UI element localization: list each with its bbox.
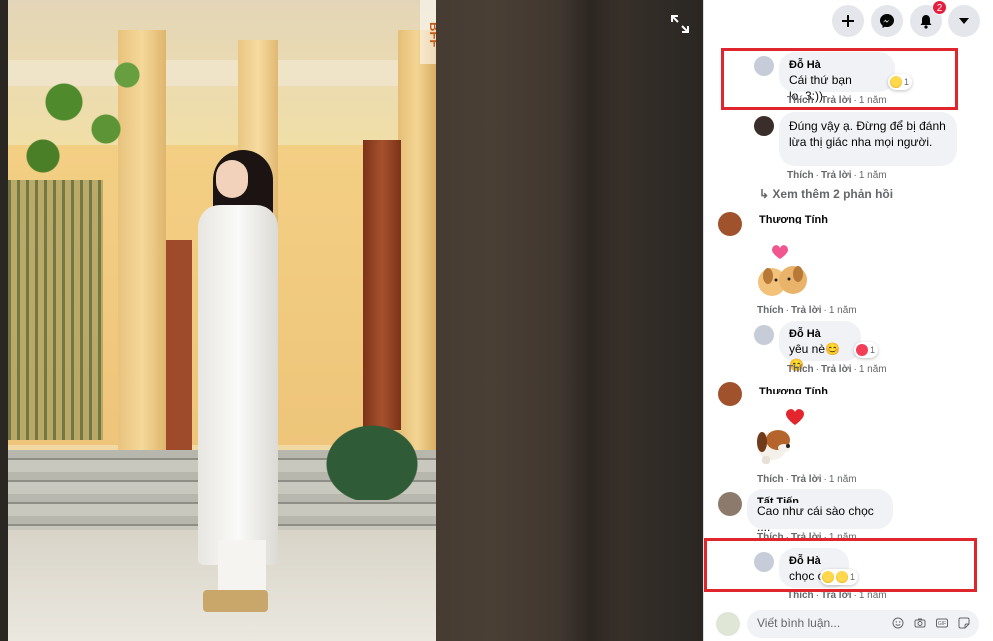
comment-author[interactable]: Tất Tiến — [757, 495, 883, 503]
comment-author[interactable]: Đỗ Hà — [789, 554, 839, 568]
sad-emoji-icon — [836, 571, 848, 583]
love-emoji-icon — [856, 344, 868, 356]
comment-actions: Thích · Trả lời · 1 năm — [787, 364, 887, 375]
comment-bubble: Tất Tiến Cao như cái sào chọc .... — [747, 489, 893, 534]
avatar[interactable] — [716, 612, 740, 636]
reply-link[interactable]: Trả lời — [821, 590, 851, 601]
reply-link[interactable]: Trả lời — [791, 532, 821, 543]
plus-icon — [842, 15, 854, 27]
comment-time[interactable]: 1 năm — [829, 532, 857, 543]
photo-person-dress — [198, 205, 278, 565]
avatar[interactable] — [754, 56, 774, 76]
comment-time[interactable]: 1 năm — [859, 170, 887, 181]
dog-heart-sticker — [748, 408, 810, 470]
svg-text:GIF: GIF — [938, 621, 946, 627]
photo-bush — [308, 410, 436, 500]
reaction-count: 1 — [850, 572, 856, 582]
like-link[interactable]: Thích — [787, 95, 814, 106]
avatar[interactable] — [718, 212, 742, 236]
bell-icon — [920, 14, 932, 29]
notifications-button[interactable]: 2 — [910, 0, 947, 37]
view-more-replies[interactable]: ↳ Xem thêm 2 phản hồi — [759, 187, 893, 201]
emoji-icon[interactable] — [892, 617, 904, 629]
comment-actions: Thích · Trả lời · 1 năm — [787, 170, 887, 181]
reply-link[interactable]: Trả lời — [791, 474, 821, 485]
comment-bubble: Đỗ Hà Cái thứ bạn lo..3:)) — [779, 52, 895, 103]
reply-link[interactable]: Trả lời — [791, 305, 821, 316]
photo[interactable]: BFF — [8, 0, 436, 641]
comment-bubble: Đúng vậy ạ. Đừng để bị đánh lừa thị giác… — [779, 112, 957, 166]
watermark-logo: BFF — [420, 0, 436, 64]
reply-link[interactable]: Trả lời — [821, 170, 851, 181]
comment-time[interactable]: 1 năm — [859, 364, 887, 375]
haha-emoji-icon — [822, 571, 834, 583]
photo-pillar — [398, 30, 436, 450]
gif-icon[interactable]: GIF — [936, 617, 948, 629]
comment-author[interactable]: Thương Tính — [759, 214, 828, 224]
photo-person-face — [216, 160, 248, 198]
like-link[interactable]: Thích — [787, 590, 814, 601]
reply-arrow-icon: ↳ — [759, 187, 773, 201]
comment-actions: Thích · Trả lời · 1 năm — [787, 95, 887, 106]
photo-viewer: BFF — [0, 0, 703, 641]
photo-door — [363, 140, 401, 430]
watermark-text: BFF — [427, 22, 436, 48]
reply-link[interactable]: Trả lời — [821, 364, 851, 375]
reply-link[interactable]: Trả lời — [821, 95, 851, 106]
photo-door — [166, 240, 192, 450]
comment-input-placeholder: Viết bình luận... — [757, 616, 841, 630]
comments-sidebar: 2 Đỗ Hà Cái thứ bạn lo..3:)) 1 Thích · Trả… — [703, 0, 993, 641]
account-menu-button[interactable] — [948, 5, 980, 37]
caret-down-icon — [959, 18, 969, 24]
haha-emoji-icon — [890, 76, 902, 88]
expand-icon[interactable] — [668, 12, 692, 36]
avatar[interactable] — [754, 325, 774, 345]
photo-gate — [8, 180, 103, 440]
comment-text: chọc c — [789, 569, 824, 583]
camera-icon[interactable] — [914, 617, 926, 629]
avatar[interactable] — [718, 492, 742, 516]
comment-actions: Thích · Trả lời · 1 năm — [757, 474, 857, 485]
like-link[interactable]: Thích — [757, 305, 784, 316]
comment-time[interactable]: 1 năm — [859, 590, 887, 601]
like-link[interactable]: Thích — [757, 474, 784, 485]
view-more-replies-label: Xem thêm 2 phản hồi — [772, 187, 894, 201]
photo-tree — [8, 30, 148, 210]
comment-actions: Thích · Trả lời · 1 năm — [757, 305, 857, 316]
comment-text: Cao như cái sào chọc .... — [757, 504, 874, 534]
reaction-summary[interactable]: 1 — [888, 74, 913, 90]
reaction-summary[interactable]: 1 — [820, 569, 859, 585]
create-button[interactable] — [832, 5, 864, 37]
comment-bubble: Đỗ Hà yêu nè😊😊 — [779, 321, 861, 372]
dogs-kissing-heart-sticker — [752, 238, 812, 302]
comment-actions: Thích · Trả lời · 1 năm — [757, 532, 857, 543]
messenger-button[interactable] — [871, 5, 903, 37]
comment-author[interactable]: Đỗ Hà — [789, 58, 885, 72]
comment-actions: Thích · Trả lời · 1 năm — [787, 590, 887, 601]
comment-author[interactable]: Thương Tính — [759, 386, 828, 394]
comment-time[interactable]: 1 năm — [859, 95, 887, 106]
comment-text: Đúng vậy ạ. Đừng để bị đánh lừa thị giác… — [789, 119, 946, 149]
comments-list: Đỗ Hà Cái thứ bạn lo..3:)) 1 Thích · Trả l… — [704, 44, 993, 604]
sticker-icon[interactable] — [958, 617, 970, 629]
comment-composer: Viết bình luận... GIF — [704, 606, 993, 641]
reaction-count: 1 — [870, 345, 876, 355]
messenger-icon — [880, 14, 894, 28]
comment-author[interactable]: Đỗ Hà — [789, 327, 851, 341]
avatar[interactable] — [754, 116, 774, 136]
comment-time[interactable]: 1 năm — [829, 305, 857, 316]
reaction-summary[interactable]: 1 — [854, 342, 879, 358]
reaction-count: 1 — [904, 77, 910, 87]
avatar[interactable] — [718, 382, 742, 406]
top-bar: 2 — [704, 0, 993, 44]
like-link[interactable]: Thích — [787, 170, 814, 181]
like-link[interactable]: Thích — [757, 532, 784, 543]
photo-person-shoes — [203, 590, 268, 612]
notification-badge: 2 — [932, 0, 947, 15]
like-link[interactable]: Thích — [787, 364, 814, 375]
comment-time[interactable]: 1 năm — [829, 474, 857, 485]
avatar[interactable] — [754, 552, 774, 572]
